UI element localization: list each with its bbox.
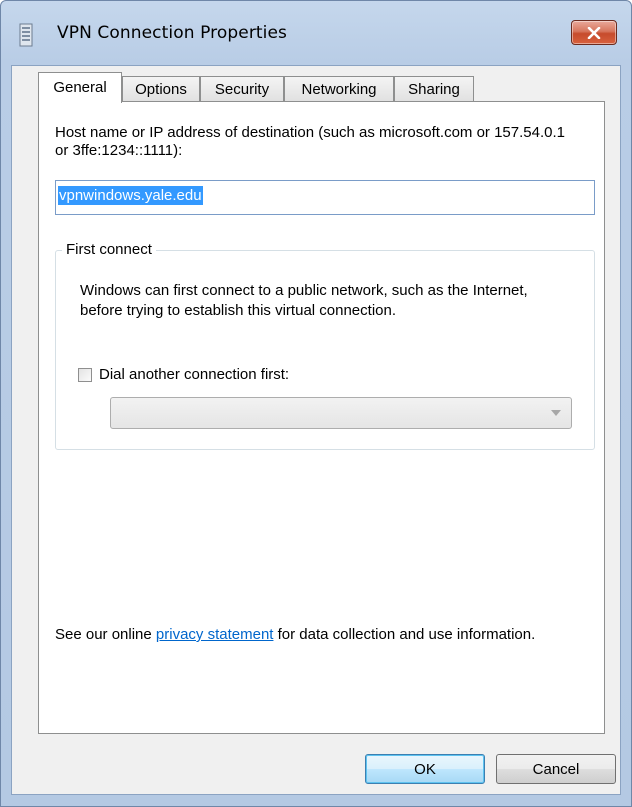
close-icon: [587, 26, 601, 39]
connection-dropdown[interactable]: [110, 397, 572, 429]
dial-another-connection-row[interactable]: Dial another connection first:: [78, 366, 289, 383]
dialog-window: VPN Connection Properties General Option…: [0, 0, 632, 807]
tab-general[interactable]: General: [38, 72, 122, 103]
cancel-button[interactable]: Cancel: [496, 754, 616, 784]
dial-another-connection-checkbox[interactable]: [78, 367, 92, 382]
general-tab-page: Host name or IP address of destination (…: [38, 101, 605, 734]
first-connect-group: First connect Windows can first connect …: [55, 241, 595, 450]
host-address-value: vpnwindows.yale.edu: [58, 186, 203, 205]
first-connect-description: Windows can first connect to a public ne…: [80, 282, 528, 319]
close-button[interactable]: [571, 20, 617, 45]
host-label: Host name or IP address of destination (…: [55, 124, 565, 159]
privacy-suffix: for data collection and use information.: [273, 626, 536, 643]
host-address-input[interactable]: vpnwindows.yale.edu: [55, 180, 595, 215]
tab-security[interactable]: Security: [200, 76, 284, 101]
title-bar[interactable]: VPN Connection Properties: [1, 1, 631, 65]
privacy-prefix: See our online: [55, 626, 156, 643]
tab-options[interactable]: Options: [122, 76, 200, 101]
window-title: VPN Connection Properties: [57, 23, 288, 43]
ok-button[interactable]: OK: [365, 754, 485, 784]
dial-another-connection-label[interactable]: Dial another connection first:: [99, 366, 289, 383]
privacy-notice: See our online privacy statement for dat…: [55, 625, 575, 645]
chevron-down-icon: [551, 410, 561, 416]
first-connect-legend: First connect: [62, 241, 156, 258]
tab-networking[interactable]: Networking: [284, 76, 394, 101]
privacy-statement-link[interactable]: privacy statement: [156, 626, 274, 643]
vpn-connection-icon: [19, 23, 33, 47]
tab-sharing[interactable]: Sharing: [394, 76, 474, 101]
dialog-client-area: General Options Security Networking Shar…: [11, 65, 621, 795]
